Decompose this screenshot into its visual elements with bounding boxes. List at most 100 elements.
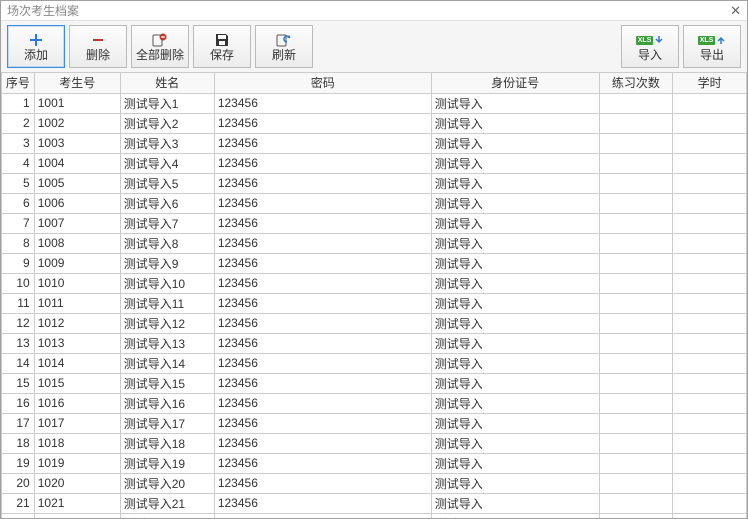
table-row[interactable]: 11001测试导入1123456测试导入 <box>2 93 747 113</box>
cell-prac[interactable] <box>599 493 673 513</box>
cell-sno[interactable]: 1003 <box>34 133 120 153</box>
cell-sno[interactable]: 1020 <box>34 473 120 493</box>
cell-stime[interactable] <box>673 493 747 513</box>
cell-name[interactable]: 测试导入19 <box>120 453 214 473</box>
cell-name[interactable]: 测试导入11 <box>120 293 214 313</box>
cell-prac[interactable] <box>599 133 673 153</box>
cell-idc[interactable]: 测试导入 <box>431 333 599 353</box>
cell-idc[interactable]: 测试导入 <box>431 93 599 113</box>
cell-pwd[interactable]: 123456 <box>214 213 431 233</box>
table-row[interactable]: 181018测试导入18123456测试导入 <box>2 433 747 453</box>
cell-idc[interactable]: 测试导入 <box>431 393 599 413</box>
cell-idc[interactable]: 测试导入 <box>431 113 599 133</box>
cell-prac[interactable] <box>599 353 673 373</box>
cell-idc[interactable]: 测试导入 <box>431 213 599 233</box>
cell-pwd[interactable]: 123456 <box>214 293 431 313</box>
cell-sno[interactable]: 1018 <box>34 433 120 453</box>
cell-prac[interactable] <box>599 153 673 173</box>
cell-sno[interactable]: 1010 <box>34 273 120 293</box>
cell-sno[interactable]: 1013 <box>34 333 120 353</box>
cell-stime[interactable] <box>673 193 747 213</box>
table-row[interactable]: 141014测试导入14123456测试导入 <box>2 353 747 373</box>
cell-pwd[interactable]: 123456 <box>214 433 431 453</box>
cell-sno[interactable]: 1005 <box>34 173 120 193</box>
col-name[interactable]: 姓名 <box>120 73 214 93</box>
cell-name[interactable]: 测试导入3 <box>120 133 214 153</box>
cell-seq[interactable]: 7 <box>2 213 35 233</box>
cell-pwd[interactable]: 123456 <box>214 413 431 433</box>
cell-seq[interactable]: 4 <box>2 153 35 173</box>
cell-stime[interactable] <box>673 253 747 273</box>
cell-seq[interactable]: 2 <box>2 113 35 133</box>
cell-pwd[interactable]: 123456 <box>214 133 431 153</box>
cell-sno[interactable]: 1002 <box>34 113 120 133</box>
cell-sno[interactable]: 1016 <box>34 393 120 413</box>
cell-pwd[interactable]: 123456 <box>214 253 431 273</box>
cell-prac[interactable] <box>599 113 673 133</box>
cell-pwd[interactable]: 123456 <box>214 353 431 373</box>
cell-idc[interactable]: 测试导入 <box>431 133 599 153</box>
cell-prac[interactable] <box>599 273 673 293</box>
cell-prac[interactable] <box>599 433 673 453</box>
export-button[interactable]: XLS 导出 <box>683 25 741 68</box>
table-row[interactable]: 51005测试导入5123456测试导入 <box>2 173 747 193</box>
cell-seq[interactable]: 1 <box>2 93 35 113</box>
cell-pwd[interactable]: 123456 <box>214 93 431 113</box>
cell-idc[interactable]: 测试导入 <box>431 153 599 173</box>
cell-prac[interactable] <box>599 453 673 473</box>
cell-prac[interactable] <box>599 293 673 313</box>
close-icon[interactable]: ✕ <box>730 3 741 19</box>
cell-pwd[interactable]: 123456 <box>214 173 431 193</box>
cell-seq[interactable]: 14 <box>2 353 35 373</box>
table-row[interactable]: 161016测试导入16123456测试导入 <box>2 393 747 413</box>
cell-seq[interactable]: 9 <box>2 253 35 273</box>
cell-seq[interactable]: 15 <box>2 373 35 393</box>
cell-prac[interactable] <box>599 513 673 518</box>
cell-pwd[interactable]: 123456 <box>214 373 431 393</box>
col-password[interactable]: 密码 <box>214 73 431 93</box>
cell-sno[interactable]: 1012 <box>34 313 120 333</box>
cell-pwd[interactable]: 123456 <box>214 153 431 173</box>
cell-pwd[interactable]: 123456 <box>214 493 431 513</box>
cell-sno[interactable]: 1014 <box>34 353 120 373</box>
cell-sno[interactable]: 1011 <box>34 293 120 313</box>
cell-seq[interactable]: 22 <box>2 513 35 518</box>
cell-seq[interactable]: 6 <box>2 193 35 213</box>
cell-name[interactable]: 测试导入1 <box>120 93 214 113</box>
table-row[interactable]: 211021测试导入21123456测试导入 <box>2 493 747 513</box>
cell-seq[interactable]: 16 <box>2 393 35 413</box>
cell-idc[interactable]: 测试导入 <box>431 433 599 453</box>
table-row[interactable]: 111011测试导入11123456测试导入 <box>2 293 747 313</box>
cell-idc[interactable]: 测试导入 <box>431 513 599 518</box>
cell-idc[interactable]: 测试导入 <box>431 273 599 293</box>
cell-prac[interactable] <box>599 473 673 493</box>
cell-stime[interactable] <box>673 293 747 313</box>
add-button[interactable]: 添加 <box>7 25 65 68</box>
cell-prac[interactable] <box>599 93 673 113</box>
cell-pwd[interactable]: 123456 <box>214 473 431 493</box>
cell-idc[interactable]: 测试导入 <box>431 313 599 333</box>
cell-name[interactable]: 测试导入20 <box>120 473 214 493</box>
cell-stime[interactable] <box>673 133 747 153</box>
table-row[interactable]: 151015测试导入15123456测试导入 <box>2 373 747 393</box>
cell-name[interactable]: 测试导入6 <box>120 193 214 213</box>
cell-name[interactable]: 测试导入22 <box>120 513 214 518</box>
cell-sno[interactable]: 1022 <box>34 513 120 518</box>
cell-name[interactable]: 测试导入12 <box>120 313 214 333</box>
cell-sno[interactable]: 1017 <box>34 413 120 433</box>
table-row[interactable]: 171017测试导入17123456测试导入 <box>2 413 747 433</box>
cell-pwd[interactable]: 123456 <box>214 273 431 293</box>
cell-name[interactable]: 测试导入9 <box>120 253 214 273</box>
cell-idc[interactable]: 测试导入 <box>431 453 599 473</box>
cell-prac[interactable] <box>599 253 673 273</box>
cell-idc[interactable]: 测试导入 <box>431 233 599 253</box>
cell-name[interactable]: 测试导入13 <box>120 333 214 353</box>
cell-prac[interactable] <box>599 233 673 253</box>
refresh-button[interactable]: 刷新 <box>255 25 313 68</box>
table-row[interactable]: 131013测试导入13123456测试导入 <box>2 333 747 353</box>
cell-stime[interactable] <box>673 413 747 433</box>
cell-name[interactable]: 测试导入8 <box>120 233 214 253</box>
table-row[interactable]: 191019测试导入19123456测试导入 <box>2 453 747 473</box>
cell-sno[interactable]: 1015 <box>34 373 120 393</box>
cell-name[interactable]: 测试导入14 <box>120 353 214 373</box>
